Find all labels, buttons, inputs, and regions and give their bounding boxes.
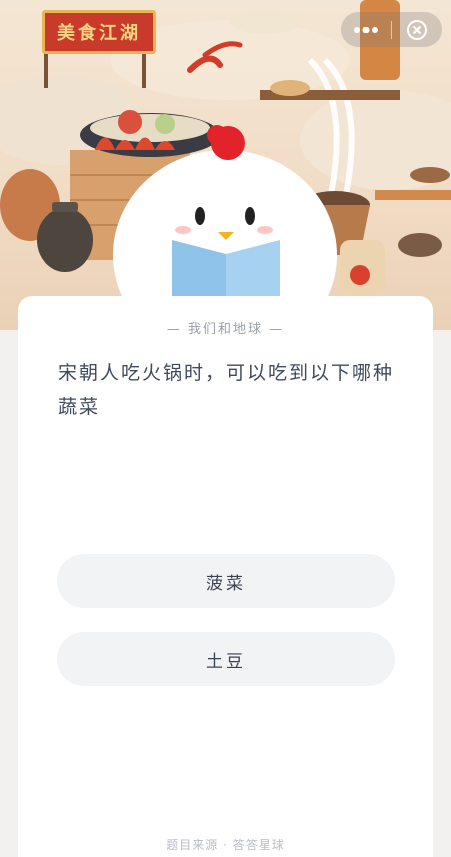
section-title: — 我们和地球 — [166,322,285,337]
question-source: 题目来源 · 答答星球 [166,838,285,852]
more-button[interactable] [341,12,391,47]
banner-illustration: 美食江湖 [0,0,451,330]
miniprogram-capsule [341,12,442,47]
more-dots-icon [354,26,378,33]
banner-sign: 美食江湖 [42,10,156,54]
close-button[interactable] [392,12,442,47]
answer-option-label: 菠菜 [206,573,246,594]
answer-option-2[interactable]: 土豆 [57,632,395,686]
answer-option-label: 土豆 [206,651,246,672]
answer-option-1[interactable]: 菠菜 [57,554,395,608]
question-text: 宋朝人吃火锅时，可以吃到以下哪种蔬菜 [58,362,395,418]
close-circle-icon [407,19,427,40]
